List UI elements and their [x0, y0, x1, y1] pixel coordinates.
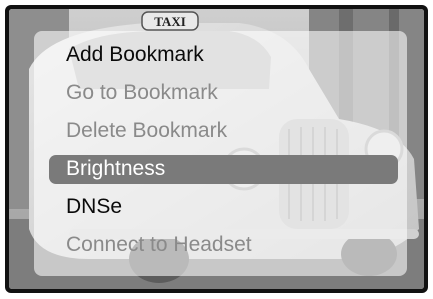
menu-item-delete-bookmark: Delete Bookmark: [34, 112, 407, 150]
menu-item-label: Add Bookmark: [66, 43, 204, 66]
menu-item-label: Go to Bookmark: [66, 81, 218, 104]
menu-list: Add Bookmark Go to Bookmark Delete Bookm…: [34, 36, 407, 264]
menu-item-go-to-bookmark: Go to Bookmark: [34, 74, 407, 112]
menu-item-connect-to-headset: Connect to Headset: [34, 226, 407, 264]
device-frame: TAXI Add Bookmark Go to Bookmark Delete …: [5, 5, 428, 293]
menu-item-label: Brightness: [66, 157, 166, 180]
menu-item-brightness[interactable]: Brightness: [34, 150, 407, 188]
menu-item-add-bookmark[interactable]: Add Bookmark: [34, 36, 407, 74]
menu-item-label: DNSe: [66, 195, 123, 218]
device-screen: TAXI Add Bookmark Go to Bookmark Delete …: [9, 9, 424, 289]
menu-item-label: Connect to Headset: [66, 233, 252, 256]
context-menu: Add Bookmark Go to Bookmark Delete Bookm…: [34, 31, 407, 276]
menu-item-label: Delete Bookmark: [66, 119, 228, 142]
taxi-sign-text: TAXI: [154, 14, 186, 29]
menu-item-dnse[interactable]: DNSe: [34, 188, 407, 226]
